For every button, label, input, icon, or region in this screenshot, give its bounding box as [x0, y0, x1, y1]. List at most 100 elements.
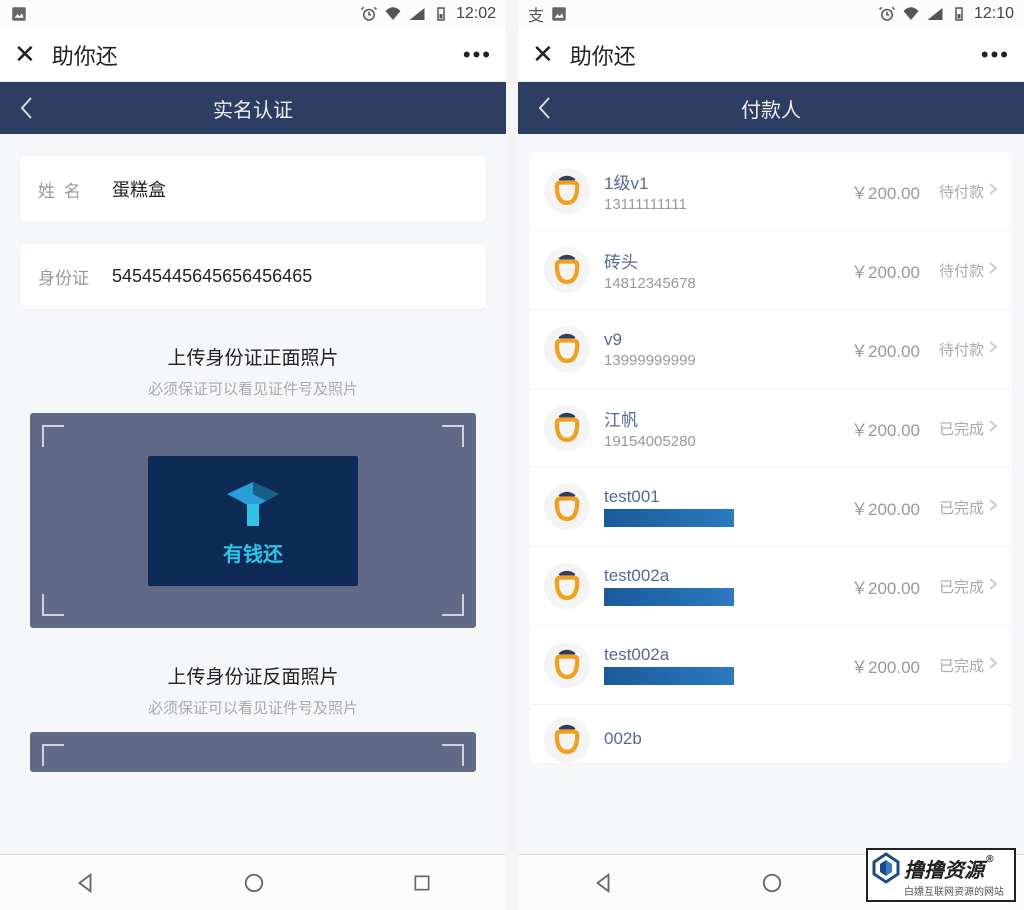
chevron-right-icon [988, 577, 998, 596]
image-icon [550, 5, 568, 23]
row-name: 砖头 [604, 248, 810, 273]
close-icon[interactable]: ✕ [14, 39, 36, 70]
row-info: 砖头 14812345678 [604, 248, 810, 292]
list-item[interactable]: 砖头 14812345678 ￥200.00 待付款 [530, 231, 1012, 310]
watermark-sub: 白嫖互联网资源的网站 [904, 883, 1004, 898]
nav-bar: 实名认证 [0, 82, 506, 134]
list-item[interactable]: test001 ￥200.00 已完成 [530, 468, 1012, 547]
row-status: 待付款 [920, 260, 984, 281]
signal-icon [408, 5, 426, 23]
avatar [544, 326, 590, 372]
id-value: 54545445645656456465 [112, 266, 312, 287]
avatar [544, 168, 590, 214]
chevron-right-icon [988, 261, 998, 280]
alipay-icon: 支 [528, 2, 544, 26]
row-amount: ￥200.00 [810, 416, 920, 441]
phone-left: 12:02 ✕ 助你还 ••• 实名认证 姓 名 蛋糕盒 身份证 5454544… [0, 0, 506, 910]
back-icon[interactable] [536, 95, 552, 121]
close-icon[interactable]: ✕ [532, 39, 554, 70]
phone-masked [604, 588, 734, 606]
row-phone: 13111111111 [604, 196, 810, 213]
avatar [544, 405, 590, 451]
system-nav [0, 854, 506, 910]
row-info: test001 [604, 487, 810, 527]
nav-back-icon[interactable] [74, 872, 96, 894]
alarm-icon [878, 5, 896, 23]
row-name: v9 [604, 330, 810, 350]
row-info: 1级v1 13111111111 [604, 169, 810, 213]
nav-title: 付款人 [536, 94, 1006, 123]
name-label: 姓 名 [38, 177, 112, 202]
more-icon[interactable]: ••• [463, 42, 492, 68]
row-amount: ￥200.00 [810, 258, 920, 283]
image-icon [10, 5, 28, 23]
title-bar: ✕ 助你还 ••• [518, 28, 1024, 82]
upload-front: 上传身份证正面照片 必须保证可以看见证件号及照片 有钱还 [30, 343, 476, 628]
row-name: 002b [604, 729, 998, 749]
name-value: 蛋糕盒 [112, 176, 166, 202]
content[interactable]: 1级v1 13111111111 ￥200.00 待付款 砖头 14812345… [518, 134, 1024, 854]
avatar [544, 717, 590, 763]
row-amount: ￥200.00 [810, 495, 920, 520]
row-amount: ￥200.00 [810, 337, 920, 362]
id-front-image: 有钱还 [148, 456, 358, 586]
list-item[interactable]: test002a ￥200.00 已完成 [530, 547, 1012, 626]
upload-front-title: 上传身份证正面照片 [30, 343, 476, 370]
id-front-box[interactable]: 有钱还 [30, 413, 476, 628]
nav-home-icon[interactable] [761, 872, 783, 894]
nav-home-icon[interactable] [243, 872, 265, 894]
watermark-logo-icon [872, 852, 900, 884]
upload-back-title: 上传身份证反面照片 [30, 662, 476, 689]
list-item[interactable]: test002a ￥200.00 已完成 [530, 626, 1012, 705]
row-info: 江帆 19154005280 [604, 406, 810, 450]
watermark: 撸撸资源 ® 白嫖互联网资源的网站 [866, 848, 1016, 902]
row-phone: 13999999999 [604, 352, 810, 369]
row-info: test002a [604, 566, 810, 606]
list-item-partial[interactable]: 002b [530, 705, 1012, 763]
chevron-right-icon [988, 419, 998, 438]
list-item[interactable]: 江帆 19154005280 ￥200.00 已完成 [530, 389, 1012, 468]
avatar [544, 247, 590, 293]
row-status: 待付款 [920, 339, 984, 360]
row-name: test002a [604, 566, 810, 586]
status-time: 12:10 [974, 5, 1014, 23]
alarm-icon [360, 5, 378, 23]
row-name: test002a [604, 645, 810, 665]
row-name: 江帆 [604, 406, 810, 431]
row-status: 已完成 [920, 655, 984, 676]
nav-bar: 付款人 [518, 82, 1024, 134]
more-icon[interactable]: ••• [981, 42, 1010, 68]
row-name: 1级v1 [604, 169, 810, 194]
chevron-right-icon [988, 498, 998, 517]
id-field[interactable]: 身份证 54545445645656456465 [20, 244, 486, 309]
wifi-icon [902, 5, 920, 23]
list-item[interactable]: v9 13999999999 ￥200.00 待付款 [530, 310, 1012, 389]
title-bar: ✕ 助你还 ••• [0, 28, 506, 82]
nav-back-icon[interactable] [592, 872, 614, 894]
back-icon[interactable] [18, 95, 34, 121]
status-bar: 支 12:10 [518, 0, 1024, 28]
content: 姓 名 蛋糕盒 身份证 54545445645656456465 上传身份证正面… [0, 134, 506, 854]
name-field[interactable]: 姓 名 蛋糕盒 [20, 156, 486, 222]
battery-icon [432, 5, 450, 23]
payer-list: 1级v1 13111111111 ￥200.00 待付款 砖头 14812345… [530, 152, 1012, 763]
phone-masked [604, 667, 734, 685]
row-amount: ￥200.00 [810, 574, 920, 599]
id-label: 身份证 [38, 264, 112, 289]
row-status: 待付款 [920, 181, 984, 202]
row-name: test001 [604, 487, 810, 507]
logo-text: 有钱还 [223, 538, 283, 567]
signal-icon [926, 5, 944, 23]
list-item[interactable]: 1级v1 13111111111 ￥200.00 待付款 [530, 152, 1012, 231]
id-back-box[interactable] [30, 732, 476, 772]
nav-recent-icon[interactable] [412, 873, 432, 893]
row-info: test002a [604, 645, 810, 685]
watermark-r: ® [986, 854, 993, 865]
phone-masked [604, 509, 734, 527]
upload-back: 上传身份证反面照片 必须保证可以看见证件号及照片 [30, 662, 476, 772]
logo-icon [213, 474, 293, 534]
row-amount: ￥200.00 [810, 179, 920, 204]
row-status: 已完成 [920, 497, 984, 518]
avatar [544, 484, 590, 530]
row-status: 已完成 [920, 418, 984, 439]
